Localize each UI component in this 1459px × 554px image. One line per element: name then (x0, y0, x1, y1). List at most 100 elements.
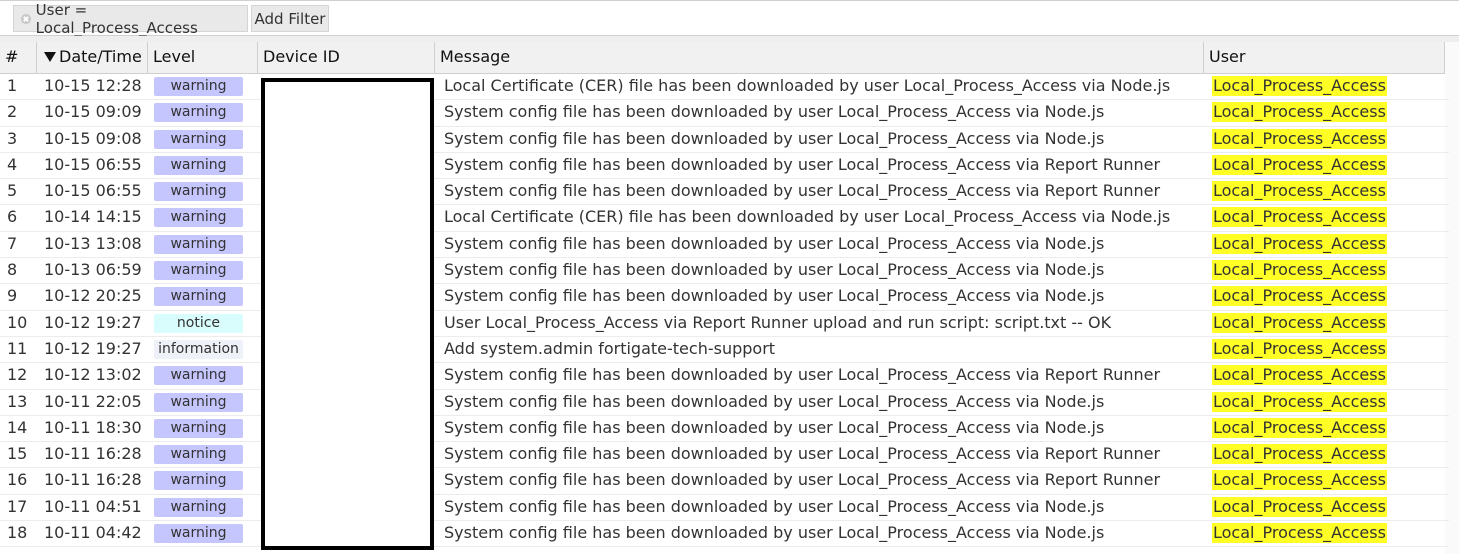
level-badge: warning (154, 287, 243, 307)
column-header-message[interactable]: Message (435, 42, 1204, 73)
row-user: Local_Process_Access (1212, 391, 1387, 412)
column-header-level[interactable]: Level (148, 42, 258, 73)
row-user: Local_Process_Access (1212, 365, 1387, 386)
row-user: Local_Process_Access (1212, 338, 1387, 359)
table-row[interactable]: 7 10-13 13:08 warning System config file ha… (0, 232, 1449, 259)
row-number: 9 (7, 286, 18, 306)
table-row[interactable]: 1 10-15 12:28 warning Local Certificate (CE… (0, 74, 1449, 101)
row-message: System config file has been downloaded b… (444, 444, 1161, 464)
table-row[interactable]: 17 10-11 04:51 warning System config file h… (0, 495, 1449, 522)
row-number: 10 (7, 312, 28, 332)
row-datetime: 10-14 14:15 (44, 207, 142, 227)
row-datetime: 10-11 16:28 (44, 444, 142, 464)
column-header-level-label: Level (153, 47, 196, 66)
column-header-datetime[interactable]: Date/Time (37, 42, 148, 73)
table-row[interactable]: 8 10-13 06:59 warning System config file ha… (0, 258, 1449, 285)
row-user: Local_Process_Access (1212, 312, 1387, 333)
row-message: Local Certificate (CER) file has been do… (444, 76, 1171, 95)
row-user: Local_Process_Access (1212, 470, 1387, 491)
level-badge: warning (154, 418, 243, 438)
row-user: Local_Process_Access (1212, 523, 1387, 544)
row-message: System config file has been downloaded b… (444, 470, 1161, 490)
table-row[interactable]: 5 10-15 06:55 warning System config file ha… (0, 179, 1449, 206)
table-row[interactable]: 15 10-11 16:28 warning System config file h… (0, 442, 1449, 469)
row-number: 5 (7, 181, 18, 201)
column-header-message-label: Message (440, 47, 511, 66)
row-message: System config file has been downloaded b… (444, 154, 1161, 174)
row-datetime: 10-15 09:09 (44, 102, 142, 122)
table-row[interactable]: 2 10-15 09:09 warning System config file ha… (0, 100, 1449, 127)
row-message: System config file has been downloaded b… (444, 365, 1161, 385)
row-number: 4 (7, 154, 18, 174)
level-badge: warning (154, 103, 243, 123)
row-datetime: 10-13 13:08 (44, 233, 142, 253)
row-number: 17 (7, 496, 28, 516)
row-number: 16 (7, 470, 28, 490)
filter-chip-label: User = Local_Process_Access (35, 0, 198, 37)
row-number: 7 (7, 233, 18, 253)
table-row[interactable]: 10 10-12 19:27 notice User Local_Process_Ac… (0, 311, 1449, 337)
table-row[interactable]: 14 10-11 18:30 warning System config file h… (0, 416, 1449, 443)
row-datetime: 10-12 19:27 (44, 312, 142, 332)
row-user: Local_Process_Access (1212, 181, 1387, 202)
row-user: Local_Process_Access (1212, 260, 1387, 281)
column-header-device-id[interactable]: Device ID (258, 42, 435, 73)
remove-filter-icon[interactable] (21, 13, 31, 24)
level-badge: warning (154, 129, 243, 149)
row-datetime: 10-13 06:59 (44, 260, 142, 280)
table-row[interactable]: 6 10-14 14:15 warning Local Certificate (CE… (0, 205, 1449, 232)
row-number: 12 (7, 365, 28, 385)
filter-chip-user[interactable]: User = Local_Process_Access (13, 1, 248, 37)
level-badge: information (154, 339, 243, 359)
row-datetime: 10-12 13:02 (44, 365, 142, 385)
table-row[interactable]: 11 10-12 19:27 information Add system.admin… (0, 337, 1449, 364)
row-number: 8 (7, 260, 18, 280)
row-message: System config file has been downloaded b… (444, 128, 1105, 148)
column-header-user-label: User (1209, 47, 1246, 66)
row-user: Local_Process_Access (1212, 102, 1387, 123)
row-message: System config file has been downloaded b… (444, 523, 1105, 543)
table-row[interactable]: 18 10-11 04:42 warning System config file h… (0, 521, 1449, 548)
row-datetime: 10-15 12:28 (44, 76, 142, 95)
row-datetime: 10-11 18:30 (44, 417, 142, 437)
filter-bar: User = Local_Process_Access Add Filter (0, 0, 1459, 37)
column-header-device-id-label: Device ID (263, 47, 340, 66)
column-header-user[interactable]: User (1204, 42, 1445, 73)
add-filter-button[interactable]: Add Filter (251, 5, 329, 32)
table-header: # Date/Time Level Device ID Message User (0, 42, 1445, 74)
row-number: 13 (7, 391, 28, 411)
row-message: Local Certificate (CER) file has been do… (444, 207, 1171, 227)
row-message: System config file has been downloaded b… (444, 391, 1105, 411)
row-message: System config file has been downloaded b… (444, 181, 1161, 201)
level-badge: warning (154, 471, 243, 491)
table-row[interactable]: 4 10-15 06:55 warning System config file ha… (0, 153, 1449, 180)
level-badge: warning (154, 366, 243, 386)
row-message: System config file has been downloaded b… (444, 496, 1105, 516)
level-badge: warning (154, 155, 243, 175)
column-header-datetime-label: Date/Time (59, 47, 142, 66)
level-badge: notice (154, 313, 243, 333)
row-message: System config file has been downloaded b… (444, 417, 1105, 437)
row-message: System config file has been downloaded b… (444, 233, 1105, 253)
row-number: 15 (7, 444, 28, 464)
row-message: Add system.admin fortigate-tech-support (444, 338, 776, 358)
row-message: User Local_Process_Access via Report Run… (444, 312, 1112, 332)
level-badge: warning (154, 445, 243, 465)
row-message: System config file has been downloaded b… (444, 260, 1105, 280)
row-user: Local_Process_Access (1212, 496, 1387, 517)
level-badge: warning (154, 234, 243, 254)
table-row[interactable]: 12 10-12 13:02 warning System config file h… (0, 363, 1449, 390)
row-number: 3 (7, 128, 18, 148)
table-row[interactable]: 3 10-15 09:08 warning System config file ha… (0, 127, 1449, 153)
row-user: Local_Process_Access (1212, 207, 1387, 228)
table-row[interactable]: 9 10-12 20:25 warning System config file ha… (0, 284, 1449, 311)
row-message: System config file has been downloaded b… (444, 102, 1105, 122)
row-number: 2 (7, 102, 18, 122)
table-row[interactable]: 13 10-11 22:05 warning System config file h… (0, 390, 1449, 416)
row-datetime: 10-15 06:55 (44, 154, 142, 174)
row-message: System config file has been downloaded b… (444, 286, 1105, 306)
row-datetime: 10-11 22:05 (44, 391, 142, 411)
column-header-num[interactable]: # (0, 42, 37, 73)
table-row[interactable]: 16 10-11 16:28 warning System config file h… (0, 468, 1449, 495)
row-datetime: 10-12 20:25 (44, 286, 142, 306)
